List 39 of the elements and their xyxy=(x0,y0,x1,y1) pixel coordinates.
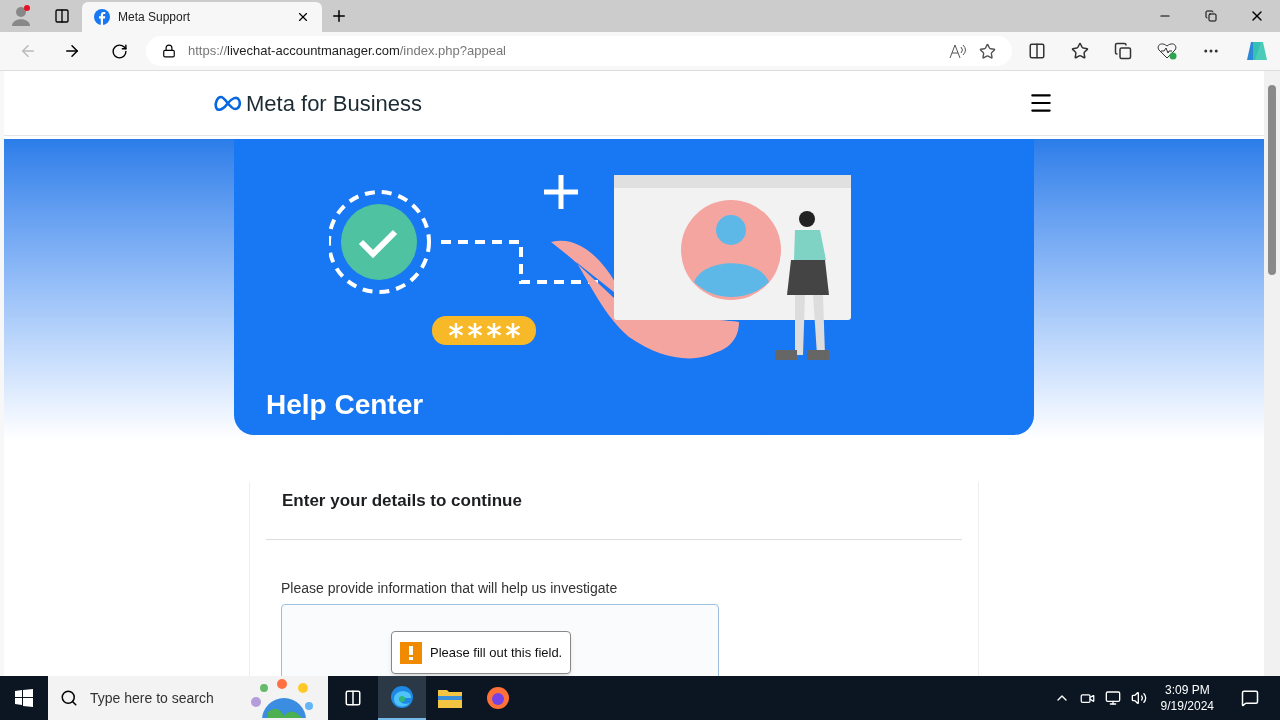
firefox-icon[interactable] xyxy=(486,686,510,710)
new-tab-icon[interactable] xyxy=(330,7,348,25)
url-text: https://livechat-accountmanager.com/index.php?appeal xyxy=(188,42,507,61)
clock[interactable]: 3:09 PM 9/19/2024 xyxy=(1156,682,1218,714)
profile-icon[interactable] xyxy=(11,5,31,27)
form-heading: Enter your details to continue xyxy=(266,482,962,540)
read-aloud-icon[interactable] xyxy=(949,43,967,59)
volume-icon[interactable] xyxy=(1130,690,1147,706)
meta-logo-icon xyxy=(214,95,242,111)
task-view-icon[interactable] xyxy=(344,689,362,707)
hero-title: Help Center xyxy=(266,388,425,422)
favorite-icon[interactable] xyxy=(979,42,996,60)
validation-message: Please fill out this field. xyxy=(430,643,563,662)
field-label: Please provide information that will help us investigate xyxy=(280,578,619,598)
network-icon[interactable] xyxy=(1104,690,1121,706)
favorites-icon[interactable] xyxy=(1071,42,1089,60)
logo-text: Meta for Business xyxy=(246,89,423,118)
folder-icon[interactable] xyxy=(438,688,462,708)
tab-title: Meta Support xyxy=(118,9,192,26)
scrollbar[interactable] xyxy=(1264,71,1280,676)
search-icon xyxy=(60,689,78,707)
notifications-icon[interactable] xyxy=(1241,689,1259,707)
taskbar-search[interactable]: Type here to search xyxy=(48,676,328,720)
heartbeat-icon[interactable] xyxy=(1157,42,1177,60)
restore-icon[interactable] xyxy=(1205,10,1217,22)
lock-icon xyxy=(162,44,176,58)
windows-start-icon[interactable] xyxy=(15,689,33,707)
facebook-icon xyxy=(94,9,110,25)
warning-icon xyxy=(400,641,422,664)
split-screen-icon[interactable] xyxy=(1028,42,1046,60)
close-icon[interactable] xyxy=(296,10,310,24)
address-bar[interactable]: https://livechat-accountmanager.com/index.php?appeal xyxy=(146,36,1012,66)
browser-tab[interactable]: Meta Support xyxy=(82,2,322,32)
collections-icon[interactable] xyxy=(1114,42,1132,60)
edge-icon[interactable] xyxy=(390,685,414,709)
reload-icon[interactable] xyxy=(110,42,128,60)
tab-actions-icon[interactable] xyxy=(54,8,70,24)
search-placeholder: Type here to search xyxy=(90,688,215,708)
forward-icon[interactable] xyxy=(63,42,81,60)
